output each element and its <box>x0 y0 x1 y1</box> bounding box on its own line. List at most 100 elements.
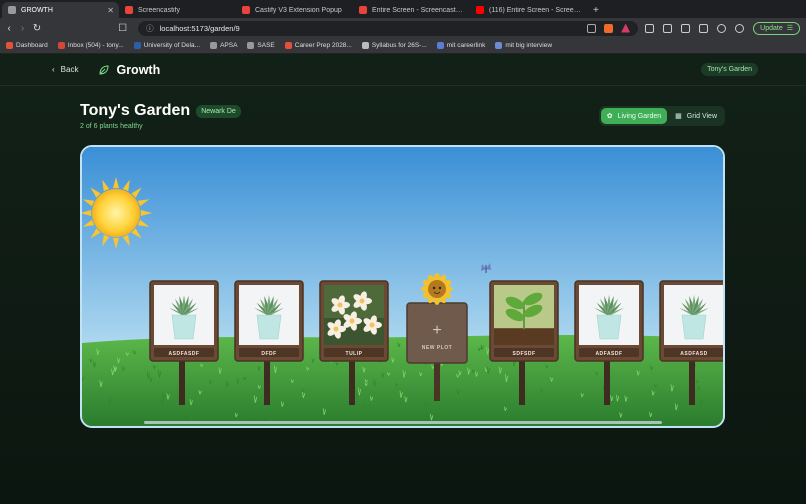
garden-name-pill[interactable]: Tony's Garden <box>701 63 758 76</box>
bookmarks-bar: Dashboard Inbox (504) - tony... University… <box>0 38 806 54</box>
back-button[interactable]: ‹ Back <box>52 65 78 74</box>
globe-icon <box>8 6 16 14</box>
tab-title: Castify V3 Extension Popup <box>255 6 342 14</box>
plot-label: ADFASDF <box>595 351 622 357</box>
screencastify-icon <box>125 6 133 14</box>
tab-title: GROWTH <box>21 6 53 14</box>
plant-photo <box>239 285 299 345</box>
plant-photo <box>579 285 639 345</box>
extensions-icon[interactable] <box>645 23 655 33</box>
wallet-icon[interactable] <box>699 23 709 33</box>
sidebar-icon[interactable] <box>681 23 691 33</box>
new-tab-icon[interactable]: + <box>587 5 605 18</box>
tab-title: (116) Entire Screen - Screencastify <box>489 6 581 14</box>
brave-shield-icon[interactable] <box>604 23 614 33</box>
bookmark-favicon-icon <box>6 42 13 49</box>
update-button[interactable]: Update ☰ <box>753 21 800 35</box>
garden-canvas: ASDFASDF DFDF TULIP + NEW PLOT SDFSDF ADFASDF A… <box>82 147 723 426</box>
browser-tab[interactable]: Screencastify <box>119 2 236 18</box>
browser-toolbar: ‹ › ↻ ☐ ⓘ localhost:5173/garden/9 Update… <box>0 18 806 38</box>
bookmark-favicon-icon <box>495 42 503 49</box>
menu-icon: ☰ <box>786 25 793 32</box>
bookmark-label: mit big interview <box>505 42 553 49</box>
grid-view-button[interactable]: ▦ Grid View <box>669 108 723 124</box>
ai-sparkle-icon[interactable] <box>717 23 727 33</box>
app-brand[interactable]: Growth <box>98 63 160 77</box>
sprout-icon: ✿ <box>606 113 613 120</box>
bookmark-item[interactable]: Career Prep 2028... <box>284 42 352 49</box>
vpn-icon[interactable] <box>735 23 745 33</box>
bookmark-item[interactable]: Syllabus for 26S-... <box>361 42 427 49</box>
browser-tab-bar: GROWTH ✕ Screencastify Castify V3 Extension… <box>0 0 806 18</box>
plant-photo <box>664 285 723 345</box>
screencastify-icon <box>242 6 250 14</box>
close-tab-icon[interactable]: ✕ <box>107 6 114 15</box>
view-toggle: ✿ Living Garden ▦ Grid View <box>598 106 725 126</box>
screenshot-icon[interactable] <box>663 23 673 33</box>
plot-label: SDFSDF <box>513 351 536 357</box>
bookmark-item[interactable]: Inbox (504) - tony... <box>57 42 124 49</box>
share-icon[interactable] <box>587 23 597 33</box>
plot-label: TULIP <box>346 351 363 357</box>
bookmark-favicon-icon <box>284 42 292 49</box>
bookmark-label: Career Prep 2028... <box>294 42 352 49</box>
address-url: localhost:5173/garden/9 <box>159 23 240 33</box>
bookmark-label: Dashboard <box>16 42 48 49</box>
location-badge: Newark De <box>196 104 241 118</box>
bookmark-favicon-icon <box>210 42 218 49</box>
tab-title: Entire Screen - Screencastify - Ma <box>372 6 464 14</box>
leaf-icon <box>99 64 109 75</box>
living-garden-scene: ASDFASDF DFDF TULIP + NEW PLOT SDFSDF ADFASDF A… <box>80 145 725 428</box>
brand-name: Growth <box>116 62 161 77</box>
plant-photo <box>154 285 214 345</box>
grid-icon: ▦ <box>675 113 682 120</box>
page-title: Tony's Garden <box>80 102 191 119</box>
address-bar[interactable]: ⓘ localhost:5173/garden/9 <box>138 20 639 36</box>
forward-arrow-icon[interactable]: › <box>19 23 25 34</box>
brave-rewards-icon[interactable] <box>621 23 631 33</box>
grid-view-label: Grid View <box>686 112 717 120</box>
health-status: 2 of 6 plants healthy <box>80 123 143 130</box>
reload-icon[interactable]: ↻ <box>33 23 41 34</box>
bookmark-icon[interactable]: ☐ <box>118 23 127 34</box>
garden-title-block: Tony's Garden Newark De 2 of 6 plants he… <box>80 102 241 130</box>
back-arrow-icon[interactable]: ‹ <box>6 23 12 34</box>
bookmark-favicon-icon <box>361 42 369 49</box>
bookmark-item[interactable]: mit careerlink <box>436 42 486 49</box>
bookmark-label: mit careerlink <box>446 42 486 49</box>
bookmark-item[interactable]: SASE <box>247 42 275 49</box>
plot-label: DFDF <box>261 351 276 357</box>
site-info-icon[interactable]: ⓘ <box>146 23 154 34</box>
bookmark-label: University of Dela... <box>143 42 201 49</box>
bookmark-item[interactable]: University of Dela... <box>133 42 201 49</box>
living-garden-label: Living Garden <box>617 112 662 120</box>
app-header: ‹ Back Growth Tony's Garden <box>0 54 806 86</box>
screencastify-icon <box>359 6 367 14</box>
bookmark-item[interactable]: mit big interview <box>495 42 552 49</box>
plant-photo <box>324 285 384 345</box>
browser-tab[interactable]: Entire Screen - Screencastify - Ma <box>353 2 470 18</box>
bookmark-favicon-icon <box>133 42 141 49</box>
youtube-icon <box>476 6 484 14</box>
scrollbar-thumb[interactable] <box>144 421 662 424</box>
back-label: Back <box>60 65 79 74</box>
plot-label: ASDFASD <box>680 351 707 357</box>
plot-label: NEW PLOT <box>422 345 452 351</box>
bookmark-favicon-icon <box>247 42 255 49</box>
browser-tab[interactable]: GROWTH ✕ <box>2 2 119 18</box>
browser-tab[interactable]: Castify V3 Extension Popup <box>236 2 353 18</box>
app-root: ‹ Back Growth Tony's Garden Tony's Garde… <box>0 54 806 504</box>
plus-icon: + <box>432 322 441 339</box>
chevron-left-icon: ‹ <box>52 65 55 74</box>
bookmark-favicon-icon <box>436 42 444 49</box>
bookmark-label: Syllabus for 26S-... <box>371 42 427 49</box>
bookmark-item[interactable]: Dashboard <box>6 42 48 49</box>
living-garden-button[interactable]: ✿ Living Garden <box>600 108 668 124</box>
bookmark-item[interactable]: APSA <box>210 42 237 49</box>
plant-photo <box>494 285 554 345</box>
update-label: Update <box>760 24 783 32</box>
browser-tab[interactable]: (116) Entire Screen - Screencastify <box>470 2 587 18</box>
bookmark-label: SASE <box>257 42 275 49</box>
plot-label: ASDFASDF <box>169 351 200 357</box>
bookmark-label: Inbox (504) - tony... <box>67 42 124 49</box>
